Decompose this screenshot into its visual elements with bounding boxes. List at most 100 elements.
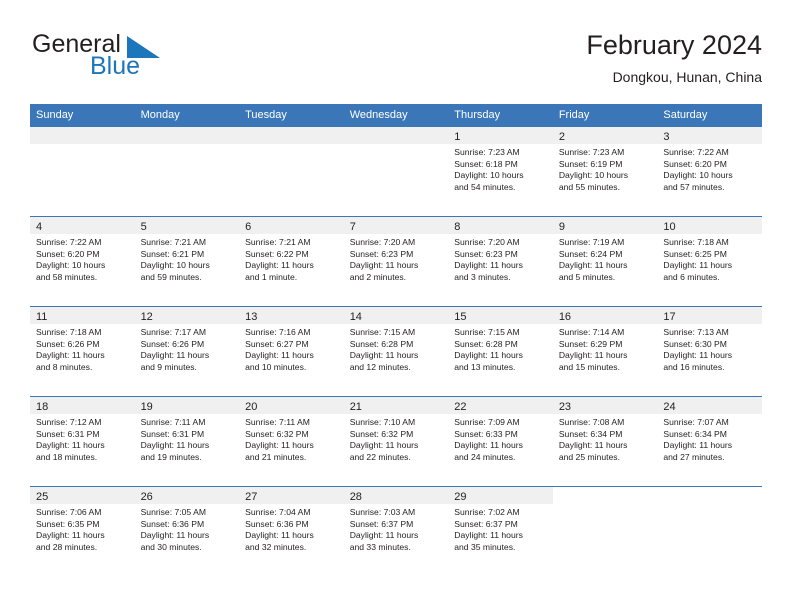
day-number-band: 19	[134, 397, 240, 414]
calendar-day-cell[interactable]: 25 Sunrise: 7:06 AM Sunset: 6:35 PM Dayligh…	[30, 487, 135, 576]
calendar-day-cell[interactable]: 7 Sunrise: 7:20 AM Sunset: 6:23 PM Daylight…	[343, 217, 449, 306]
sunrise-text: Sunrise: 7:16 AM	[245, 327, 311, 337]
calendar-day-cell[interactable]: 11 Sunrise: 7:18 AM Sunset: 6:26 PM Dayligh…	[30, 307, 135, 396]
daylight-text-line1: Daylight: 11 hours	[663, 350, 733, 361]
daylight-text-line1: Daylight: 11 hours	[454, 260, 523, 271]
day-sun-info: Sunrise: 7:22 AM Sunset: 6:20 PM Daylight:…	[30, 234, 135, 283]
title-block: February 2024 Dongkou, Hunan, China	[586, 28, 762, 88]
day-number-band: 3	[657, 127, 762, 144]
daylight-text-line2: and 27 minutes.	[663, 451, 725, 462]
sunrise-text: Sunrise: 7:22 AM	[36, 237, 102, 247]
daylight-text-line1: Daylight: 10 hours	[36, 260, 106, 271]
calendar-day-cell[interactable]: 12 Sunrise: 7:17 AM Sunset: 6:26 PM Dayligh…	[134, 307, 240, 396]
sunset-text: Sunset: 6:18 PM	[454, 158, 518, 169]
calendar-day-cell[interactable]: 21 Sunrise: 7:10 AM Sunset: 6:32 PM Dayligh…	[343, 397, 449, 486]
day-number-band: 22	[448, 397, 553, 414]
calendar-day-cell[interactable]: 1 Sunrise: 7:23 AM Sunset: 6:18 PM Daylight…	[448, 127, 553, 216]
daylight-text-line1: Daylight: 11 hours	[245, 530, 314, 541]
calendar-day-cell-empty	[30, 127, 135, 216]
daylight-text-line1: Daylight: 11 hours	[140, 530, 210, 541]
sunrise-text: Sunrise: 7:14 AM	[558, 327, 625, 337]
calendar-day-cell[interactable]: 22 Sunrise: 7:09 AM Sunset: 6:33 PM Dayligh…	[448, 397, 553, 486]
sunrise-text: Sunrise: 7:03 AM	[349, 507, 416, 517]
sunrise-text: Sunrise: 7:22 AM	[663, 147, 729, 157]
day-sun-info: Sunrise: 7:04 AM Sunset: 6:36 PM Daylight:…	[239, 504, 344, 553]
sunset-text: Sunset: 6:20 PM	[663, 158, 727, 169]
calendar-day-cell[interactable]: 2 Sunrise: 7:23 AM Sunset: 6:19 PM Daylight…	[552, 127, 658, 216]
daylight-text-line1: Daylight: 10 hours	[454, 170, 524, 181]
sunrise-text: Sunrise: 7:02 AM	[454, 507, 520, 517]
day-sun-info: Sunrise: 7:10 AM Sunset: 6:32 PM Daylight:…	[344, 414, 449, 463]
calendar-day-cell[interactable]: 26 Sunrise: 7:05 AM Sunset: 6:36 PM Dayligh…	[134, 487, 240, 576]
day-number: 28	[349, 491, 362, 503]
daylight-text-line1: Daylight: 11 hours	[245, 260, 314, 271]
calendar-day-cell[interactable]: 13 Sunrise: 7:16 AM Sunset: 6:27 PM Dayligh…	[239, 307, 344, 396]
day-sun-info: Sunrise: 7:18 AM Sunset: 6:25 PM Daylight:…	[657, 234, 762, 283]
sunset-text: Sunset: 6:23 PM	[454, 248, 518, 259]
weekday-header-saturday: Saturday	[663, 109, 708, 121]
calendar-day-cell[interactable]: 15 Sunrise: 7:15 AM Sunset: 6:28 PM Dayligh…	[448, 307, 553, 396]
calendar-day-cell[interactable]: 4 Sunrise: 7:22 AM Sunset: 6:20 PM Daylight…	[30, 217, 135, 306]
calendar-day-cell[interactable]: 19 Sunrise: 7:11 AM Sunset: 6:31 PM Dayligh…	[134, 397, 240, 486]
daylight-text-line1: Daylight: 11 hours	[140, 440, 210, 451]
calendar-day-cell[interactable]: 10 Sunrise: 7:18 AM Sunset: 6:25 PM Dayligh…	[657, 217, 762, 306]
day-number: 22	[454, 401, 467, 413]
day-number-band: 12	[134, 307, 240, 324]
sunrise-text: Sunrise: 7:12 AM	[36, 417, 102, 427]
calendar-day-cell[interactable]: 24 Sunrise: 7:07 AM Sunset: 6:34 PM Dayligh…	[657, 397, 762, 486]
daylight-text-line1: Daylight: 11 hours	[454, 530, 523, 541]
sunrise-text: Sunrise: 7:11 AM	[140, 417, 206, 427]
page-subtitle: Dongkou, Hunan, China	[612, 69, 762, 85]
sunrise-text: Sunrise: 7:18 AM	[663, 237, 729, 247]
calendar-day-cell[interactable]: 23 Sunrise: 7:08 AM Sunset: 6:34 PM Dayligh…	[552, 397, 658, 486]
calendar-day-cell[interactable]: 16 Sunrise: 7:14 AM Sunset: 6:29 PM Dayligh…	[552, 307, 658, 396]
calendar-day-cell-empty	[239, 127, 344, 216]
sunrise-text: Sunrise: 7:13 AM	[663, 327, 729, 337]
day-sun-info: Sunrise: 7:11 AM Sunset: 6:32 PM Daylight:…	[239, 414, 344, 463]
day-number-band	[239, 127, 344, 144]
day-sun-info: Sunrise: 7:14 AM Sunset: 6:29 PM Daylight:…	[553, 324, 658, 373]
general-blue-logo[interactable]: General Blue	[30, 30, 260, 92]
day-number: 10	[663, 221, 676, 233]
sunrise-text: Sunrise: 7:06 AM	[36, 507, 102, 517]
calendar-grid: Sunday Monday Tuesday Wednesday Thursday…	[30, 104, 762, 576]
daylight-text-line2: and 13 minutes.	[454, 361, 516, 372]
daylight-text-line1: Daylight: 11 hours	[36, 440, 105, 451]
sunset-text: Sunset: 6:28 PM	[454, 338, 518, 349]
sunrise-text: Sunrise: 7:10 AM	[349, 417, 416, 427]
calendar-day-cell[interactable]: 18 Sunrise: 7:12 AM Sunset: 6:31 PM Dayligh…	[30, 397, 135, 486]
calendar-day-cell[interactable]: 5 Sunrise: 7:21 AM Sunset: 6:21 PM Daylight…	[134, 217, 240, 306]
day-number-band: 23	[552, 397, 658, 414]
calendar-day-cell[interactable]: 6 Sunrise: 7:21 AM Sunset: 6:22 PM Daylight…	[239, 217, 344, 306]
calendar-day-cell[interactable]: 27 Sunrise: 7:04 AM Sunset: 6:36 PM Dayligh…	[239, 487, 344, 576]
daylight-text-line2: and 5 minutes.	[558, 271, 616, 282]
daylight-text-line2: and 32 minutes.	[245, 541, 307, 552]
daylight-text-line2: and 33 minutes.	[349, 541, 411, 552]
daylight-text-line2: and 19 minutes.	[140, 451, 202, 462]
daylight-text-line2: and 1 minute.	[245, 271, 298, 282]
daylight-text-line2: and 25 minutes.	[558, 451, 620, 462]
calendar-day-cell[interactable]: 20 Sunrise: 7:11 AM Sunset: 6:32 PM Dayligh…	[239, 397, 344, 486]
day-number-band: 27	[239, 487, 344, 504]
day-sun-info: Sunrise: 7:09 AM Sunset: 6:33 PM Daylight:…	[448, 414, 553, 463]
day-sun-info: Sunrise: 7:21 AM Sunset: 6:22 PM Daylight:…	[239, 234, 344, 283]
sunset-text: Sunset: 6:27 PM	[245, 338, 309, 349]
daylight-text-line2: and 12 minutes.	[349, 361, 411, 372]
sunset-text: Sunset: 6:26 PM	[36, 338, 100, 349]
day-sun-info: Sunrise: 7:16 AM Sunset: 6:27 PM Daylight:…	[239, 324, 344, 373]
sunset-text: Sunset: 6:23 PM	[349, 248, 414, 259]
day-number: 2	[558, 131, 565, 143]
daylight-text-line1: Daylight: 11 hours	[36, 530, 105, 541]
sunrise-text: Sunrise: 7:23 AM	[454, 147, 520, 157]
calendar-day-cell[interactable]: 28 Sunrise: 7:03 AM Sunset: 6:37 PM Dayligh…	[343, 487, 449, 576]
sunset-text: Sunset: 6:22 PM	[245, 248, 309, 259]
calendar-day-cell[interactable]: 3 Sunrise: 7:22 AM Sunset: 6:20 PM Daylight…	[657, 127, 762, 216]
calendar-day-cell[interactable]: 8 Sunrise: 7:20 AM Sunset: 6:23 PM Daylight…	[448, 217, 553, 306]
calendar-day-cell[interactable]: 29 Sunrise: 7:02 AM Sunset: 6:37 PM Dayligh…	[448, 487, 553, 576]
day-number-band: 21	[343, 397, 449, 414]
day-number-band: 9	[552, 217, 658, 234]
calendar-day-cell[interactable]: 14 Sunrise: 7:15 AM Sunset: 6:28 PM Dayligh…	[343, 307, 449, 396]
calendar-day-cell[interactable]: 17 Sunrise: 7:13 AM Sunset: 6:30 PM Dayligh…	[657, 307, 762, 396]
calendar-day-cell[interactable]: 9 Sunrise: 7:19 AM Sunset: 6:24 PM Daylight…	[552, 217, 658, 306]
sunrise-text: Sunrise: 7:09 AM	[454, 417, 520, 427]
